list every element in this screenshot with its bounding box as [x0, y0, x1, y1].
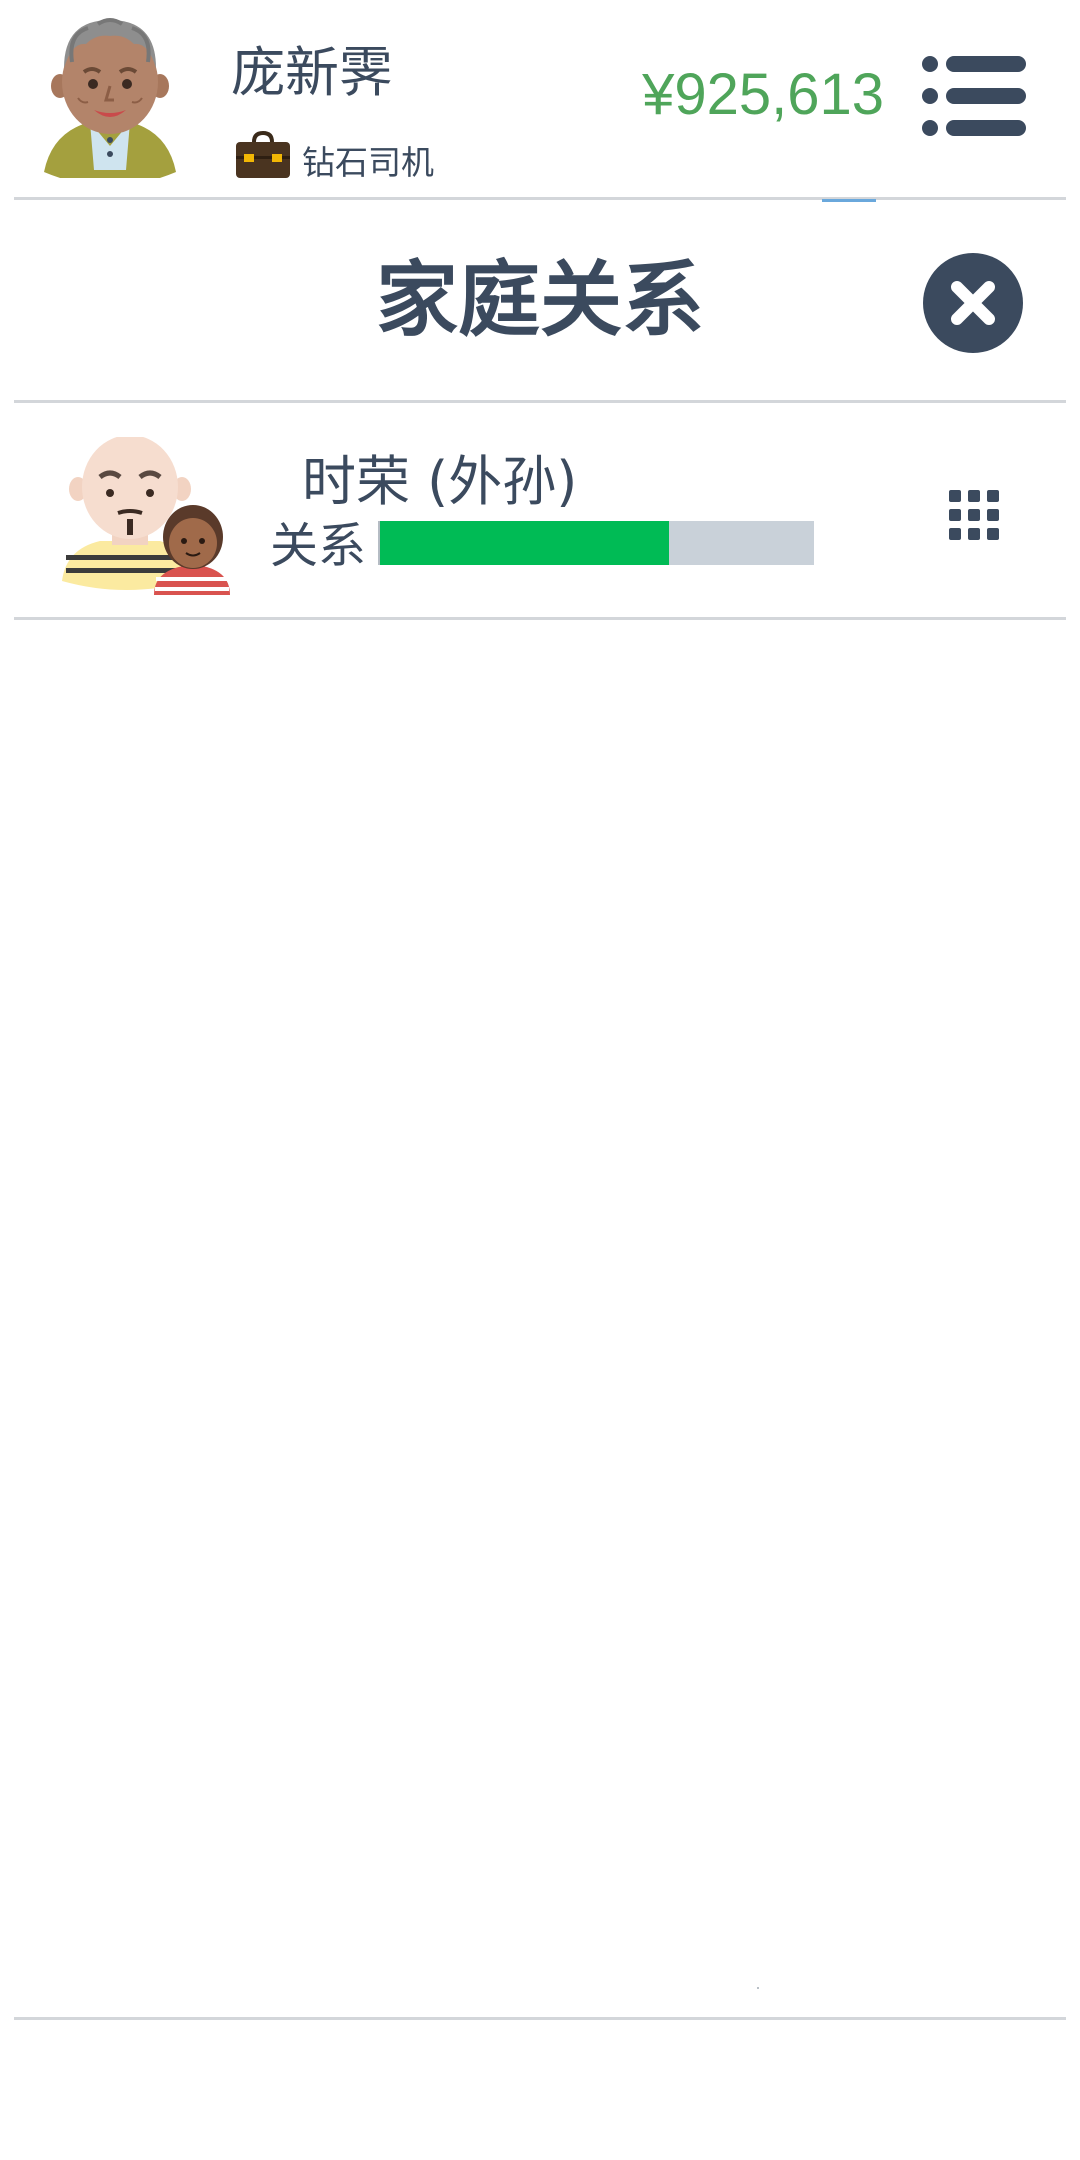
elderly-man-avatar-icon	[44, 18, 176, 186]
relation-row-divider	[14, 617, 1066, 620]
title-divider	[14, 400, 1066, 403]
tab-indicator	[822, 199, 876, 202]
header-divider	[14, 197, 1066, 200]
relation-row[interactable]: 时荣 (外孙) 关系	[14, 405, 1066, 615]
close-button[interactable]	[922, 252, 1024, 354]
relative-name: 时荣 (外孙)	[302, 450, 578, 513]
panel-title: 家庭关系	[375, 253, 704, 348]
speck	[757, 1987, 759, 1989]
top-bar: 庞新霁 钻石司机 ¥925,613	[0, 0, 1080, 198]
player-avatar[interactable]	[38, 14, 180, 186]
footer-divider	[14, 2017, 1066, 2020]
job-title: 钻石司机	[302, 143, 434, 182]
grid-actions-icon	[949, 490, 999, 540]
player-name: 庞新霁	[231, 41, 393, 104]
money-balance: ¥925,613	[642, 62, 884, 127]
menu-button[interactable]	[920, 52, 1028, 140]
relation-actions-button[interactable]	[944, 485, 1004, 545]
relation-bar	[378, 521, 814, 565]
briefcase-icon	[234, 130, 292, 180]
grandparent-with-child-icon	[60, 435, 240, 597]
close-icon	[923, 253, 1023, 353]
menu-list-icon	[922, 56, 1026, 136]
relation-bar-fill	[380, 521, 669, 565]
relation-label: 关系	[270, 518, 367, 574]
